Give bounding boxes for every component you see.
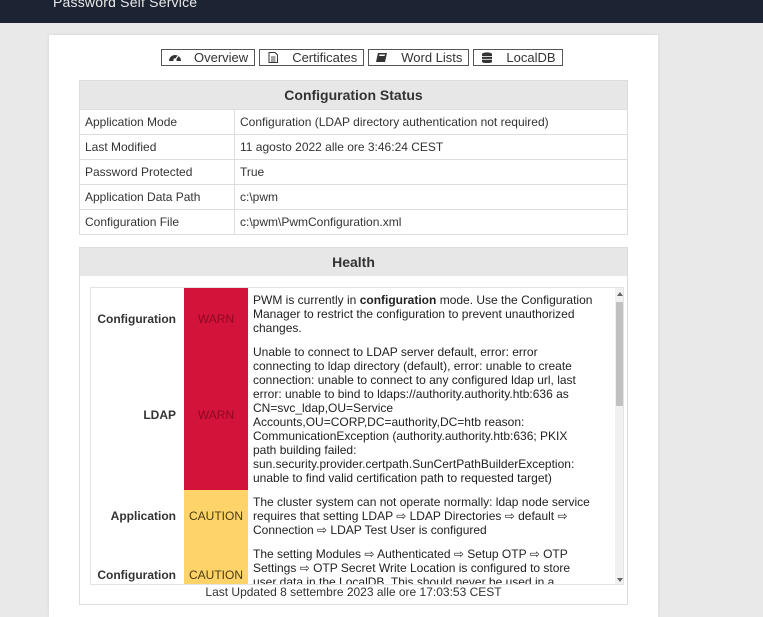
table-row: Last Modified 11 agosto 2022 alle ore 3:… — [79, 134, 628, 160]
configuration-status-title: Configuration Status — [79, 80, 628, 110]
row-value: c:\pwm — [234, 184, 628, 210]
scroll-down-icon[interactable] — [617, 578, 623, 582]
app-title[interactable]: Password Self Service — [53, 0, 197, 10]
table-row: Application Data Path c:\pwm — [79, 184, 628, 210]
health-topic: Application — [110, 509, 176, 523]
tab-localdb-label: LocalDB — [506, 50, 556, 65]
top-navbar: Password Self Service — [0, 0, 763, 23]
row-value: True — [234, 159, 628, 185]
row-key: Configuration File — [79, 209, 235, 235]
tab-word-lists[interactable]: Word Lists — [368, 49, 470, 66]
health-record: Configuration CAUTION The setting Module… — [91, 542, 598, 585]
tab-certificates[interactable]: Certificates — [259, 49, 365, 66]
table-row: Configuration File c:\pwm\PwmConfigurati… — [79, 209, 628, 235]
tab-word-lists-label: Word Lists — [401, 50, 463, 65]
health-records-scroll[interactable]: Configuration WARN PWM is currently in c… — [90, 287, 624, 585]
tab-overview[interactable]: Overview — [161, 49, 256, 66]
configuration-status-table: Configuration Status Application Mode Co… — [79, 80, 628, 235]
scroll-up-icon[interactable] — [617, 292, 623, 296]
health-message: The setting Modules ⇨ Authenticated ⇨ Se… — [253, 547, 571, 585]
row-value: c:\pwm\PwmConfiguration.xml — [234, 209, 628, 235]
dashboard-icon — [169, 55, 181, 62]
tab-bar: Overview Certificates Word Lists LocalDB — [161, 49, 563, 66]
row-key: Application Mode — [79, 109, 235, 135]
table-row: Application Mode Configuration (LDAP dir… — [79, 109, 628, 135]
row-value: 11 agosto 2022 alle ore 3:46:24 CEST — [234, 134, 628, 160]
status-badge: CAUTION — [184, 490, 248, 542]
health-section: Health Configuration WARN PWM is current… — [79, 247, 628, 605]
health-title: Health — [80, 248, 627, 276]
health-record: LDAP WARN Unable to connect to LDAP serv… — [91, 340, 598, 490]
status-badge: WARN — [184, 340, 248, 490]
status-badge: CAUTION — [184, 542, 248, 584]
last-updated: Last Updated 8 settembre 2023 alle ore 1… — [205, 585, 502, 599]
health-message: Unable to connect to LDAP server default… — [253, 345, 576, 485]
health-record: Application CAUTION The cluster system c… — [91, 490, 598, 542]
tab-overview-label: Overview — [194, 50, 249, 65]
health-topic: Configuration — [97, 568, 176, 582]
row-key: Password Protected — [79, 159, 235, 185]
health-message: The cluster system can not operate norma… — [253, 495, 590, 537]
row-key: Application Data Path — [79, 184, 235, 210]
row-key: Last Modified — [79, 134, 235, 160]
health-scrollbar[interactable] — [615, 288, 623, 584]
table-row: Password Protected True — [79, 159, 628, 185]
scrollbar-thumb[interactable] — [616, 302, 623, 406]
book-icon — [376, 53, 388, 62]
tab-certificates-label: Certificates — [292, 50, 358, 65]
database-icon — [482, 52, 493, 63]
file-text-icon — [268, 52, 279, 63]
row-value: Configuration (LDAP directory authentica… — [234, 109, 628, 135]
tab-localdb[interactable]: LocalDB — [473, 49, 563, 66]
health-topic: LDAP — [143, 408, 176, 422]
main-panel: Overview Certificates Word Lists LocalDB… — [49, 35, 658, 617]
